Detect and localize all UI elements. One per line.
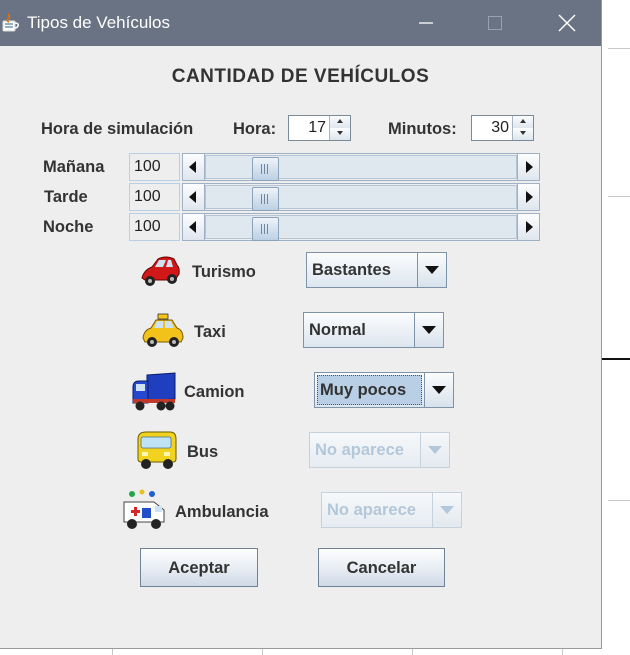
bus-quantity-select: No aparece	[309, 432, 450, 468]
night-label: Noche	[43, 218, 94, 236]
close-button[interactable]	[543, 8, 589, 38]
hour-label: Hora:	[233, 120, 277, 138]
afternoon-slider-thumb[interactable]	[252, 187, 279, 211]
taxi-quantity-value: Normal	[309, 321, 366, 339]
vehicle-types-dialog: Tipos de Vehículos CANTIDAD DE VEHÍCULOS…	[0, 0, 602, 649]
afternoon-slider[interactable]	[182, 183, 540, 211]
morning-slider-right-arrow[interactable]	[517, 154, 539, 180]
afternoon-slider-right-arrow[interactable]	[517, 184, 539, 210]
night-slider-left-arrow[interactable]	[183, 214, 205, 240]
minutes-label: Minutos:	[388, 120, 457, 138]
maximize-icon	[488, 16, 502, 30]
window-title: Tipos de Vehículos	[27, 13, 171, 32]
background-divider	[601, 358, 630, 360]
minutes-spinner-buttons	[512, 116, 533, 140]
minimize-icon	[419, 22, 433, 24]
afternoon-slider-track[interactable]	[205, 185, 517, 211]
chevron-down-icon	[420, 433, 449, 467]
background-gridline	[112, 648, 113, 655]
night-value: 100	[134, 218, 161, 235]
afternoon-label: Tarde	[44, 188, 88, 206]
morning-slider[interactable]	[182, 153, 540, 181]
close-icon	[558, 14, 576, 32]
ambulance-label: Ambulancia	[175, 503, 269, 521]
car-quantity-select[interactable]: Bastantes	[306, 252, 447, 288]
minutes-decrement-button[interactable]	[513, 128, 533, 140]
morning-slider-thumb[interactable]	[252, 157, 279, 181]
truck-quantity-value: Muy pocos	[320, 381, 407, 399]
background-gridline	[608, 196, 630, 197]
bus-icon	[137, 431, 177, 469]
taxi-quantity-select[interactable]: Normal	[303, 312, 444, 348]
car-label: Turismo	[192, 263, 256, 281]
title-bar[interactable]: Tipos de Vehículos	[0, 0, 601, 46]
ambulance-quantity-select: No aparece	[321, 492, 462, 528]
background-gridline	[562, 648, 563, 655]
morning-value-field: 100	[129, 153, 180, 181]
minutes-spinner[interactable]: 30	[471, 115, 534, 141]
night-slider[interactable]	[182, 213, 540, 241]
morning-value: 100	[134, 158, 161, 175]
afternoon-value-field: 100	[129, 183, 180, 211]
hour-value[interactable]: 17	[308, 119, 326, 137]
minimize-button[interactable]	[403, 8, 449, 38]
background-gridline	[412, 648, 413, 655]
truck-icon	[132, 372, 176, 411]
ambulance-icon	[123, 489, 165, 529]
afternoon-value: 100	[134, 188, 161, 205]
morning-label: Mañana	[43, 158, 105, 176]
cancel-button[interactable]: Cancelar	[318, 548, 445, 587]
car-quantity-value: Bastantes	[312, 261, 391, 279]
java-icon	[2, 13, 19, 32]
night-value-field: 100	[129, 213, 180, 241]
morning-slider-left-arrow[interactable]	[183, 154, 205, 180]
night-slider-track[interactable]	[205, 215, 517, 241]
car-icon	[141, 256, 180, 286]
minutes-value[interactable]: 30	[491, 119, 509, 137]
background-gridline	[262, 648, 263, 655]
chevron-down-icon[interactable]	[424, 373, 453, 407]
dialog-heading: CANTIDAD DE VEHÍCULOS	[171, 66, 430, 87]
night-slider-right-arrow[interactable]	[517, 214, 539, 240]
chevron-down-icon[interactable]	[417, 253, 446, 287]
hour-decrement-button[interactable]	[330, 128, 350, 140]
bus-label: Bus	[187, 443, 219, 461]
hour-spinner-buttons	[329, 116, 350, 140]
simulation-time-label: Hora de simulación	[41, 120, 194, 138]
night-slider-thumb[interactable]	[252, 217, 279, 241]
ambulance-quantity-value: No aparece	[327, 501, 416, 519]
background-gridline	[608, 500, 630, 501]
afternoon-slider-left-arrow[interactable]	[183, 184, 205, 210]
chevron-down-icon[interactable]	[414, 313, 443, 347]
morning-slider-track[interactable]	[205, 155, 517, 181]
taxi-icon	[142, 313, 184, 347]
truck-quantity-select[interactable]: Muy pocos	[314, 372, 454, 408]
accept-button[interactable]: Aceptar	[140, 548, 258, 587]
bus-quantity-value: No aparece	[315, 441, 404, 459]
hour-spinner[interactable]: 17	[288, 115, 351, 141]
taxi-label: Taxi	[194, 323, 226, 341]
background-gridline	[608, 48, 630, 49]
truck-label: Camion	[184, 383, 245, 401]
maximize-button[interactable]	[472, 8, 518, 38]
chevron-down-icon	[432, 493, 461, 527]
